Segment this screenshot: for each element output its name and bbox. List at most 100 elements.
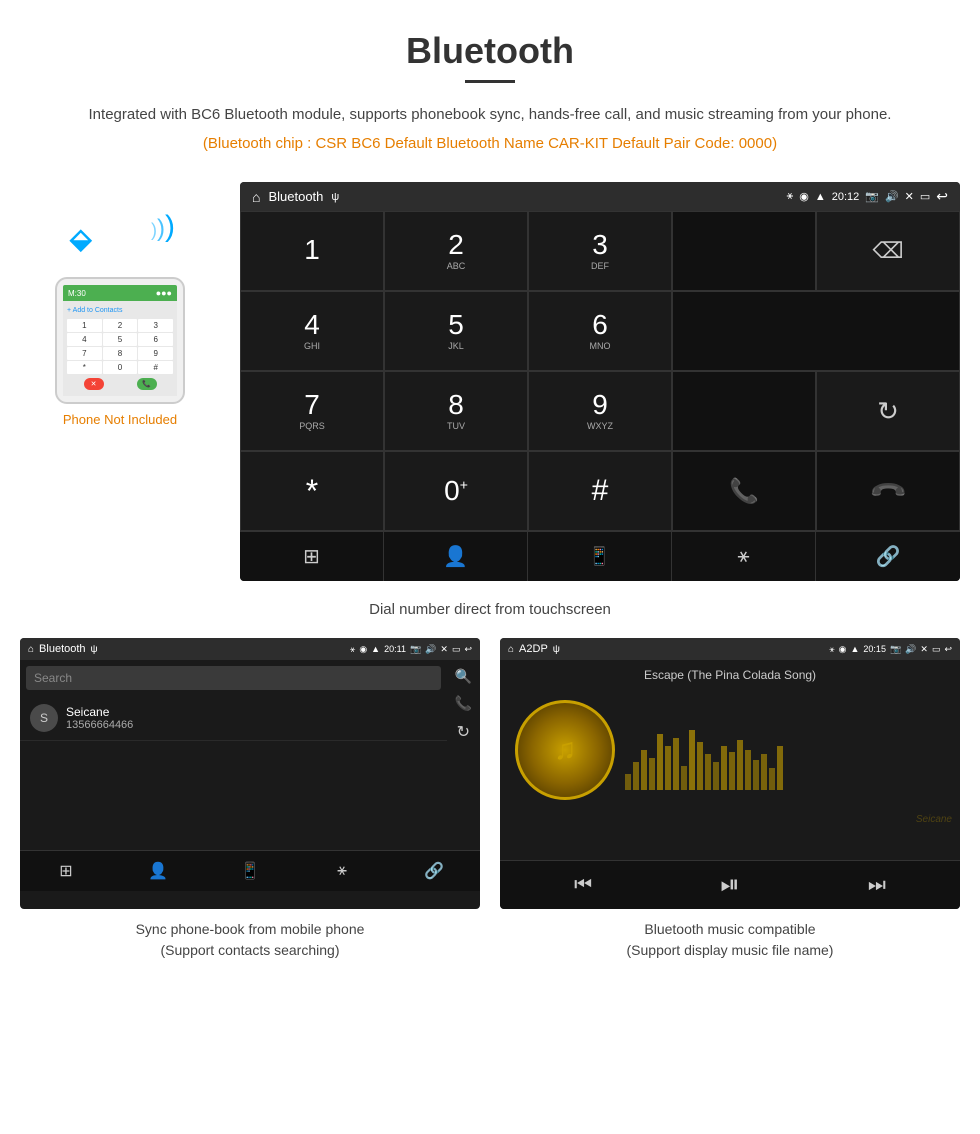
pb-side-phone-icon[interactable]: 📞 <box>455 695 472 712</box>
pb-win-icon[interactable]: ▭ <box>452 644 461 655</box>
music-vol-icon: 🔊 <box>905 644 916 655</box>
key-7[interactable]: 7PQRS <box>240 371 384 451</box>
phone-dialpad: 123 456 789 *0# <box>67 319 173 374</box>
signal-icon: ▲ <box>815 191 826 203</box>
status-left: ⌂ Bluetooth ψ <box>252 189 339 205</box>
pb-nav-phone[interactable]: 📱 <box>204 857 296 885</box>
nav-link-button[interactable]: 🔗 <box>816 532 960 581</box>
main-content: ⬙ ))) M:30 ●●● + Add to Contacts 123 456… <box>0 182 980 581</box>
time-display: 20:12 <box>832 191 860 203</box>
pb-contact-info: Seicane 13566664466 <box>66 705 437 731</box>
volume-icon[interactable]: 🔊 <box>885 190 899 203</box>
pb-contact-name: Seicane <box>66 705 437 719</box>
bottom-screenshots: ⌂ Bluetooth ψ ⚹ ◉ ▲ 20:11 📷 🔊 ✕ ▭ ↩ <box>0 638 980 961</box>
next-button[interactable]: ⏭ <box>868 874 886 897</box>
usb-icon: ψ <box>331 191 339 203</box>
phonebook-caption-line2: (Support contacts searching) <box>161 942 340 958</box>
phone-bottom-bar: ✕ 📞 <box>67 374 173 392</box>
pb-nav-link[interactable]: 🔗 <box>388 857 480 885</box>
pb-x-icon[interactable]: ✕ <box>440 644 448 655</box>
nav-contacts-button[interactable]: 👤 <box>384 532 528 581</box>
music-caption-line1: Bluetooth music compatible <box>644 921 815 937</box>
backspace-button[interactable]: ⌫ <box>816 211 960 291</box>
key-3[interactable]: 3DEF <box>528 211 672 291</box>
pb-usb-icon: ψ <box>91 644 98 655</box>
window-icon[interactable]: ▭ <box>920 190 930 203</box>
music-status-bar: ⌂ A2DP ψ ⚹ ◉ ▲ 20:15 📷 🔊 ✕ ▭ ↩ <box>500 638 960 660</box>
music-bt-icon: ⚹ <box>829 644 834 655</box>
back-icon[interactable]: ↩ <box>936 188 948 205</box>
key-0[interactable]: 0+ <box>384 451 528 531</box>
pb-spacer <box>20 750 480 850</box>
pb-cam-icon: 📷 <box>410 644 421 655</box>
key-hash[interactable]: # <box>528 451 672 531</box>
car-status-bar: ⌂ Bluetooth ψ ⚹ ◉ ▲ 20:12 📷 🔊 ✕ ▭ ↩ <box>240 182 960 211</box>
display-empty-2 <box>672 291 960 371</box>
pb-contact-avatar: S <box>30 704 58 732</box>
music-main-area: ♫ <box>500 690 960 810</box>
nav-grid-button[interactable]: ⊞ <box>240 532 384 581</box>
call-red-button[interactable]: 📞 <box>816 451 960 531</box>
key-9[interactable]: 9WXYZ <box>528 371 672 451</box>
key-1[interactable]: 1 <box>240 211 384 291</box>
pb-time: 20:11 <box>384 644 406 654</box>
pb-nav-person[interactable]: 👤 <box>112 857 204 885</box>
camera-icon[interactable]: 📷 <box>865 190 879 203</box>
specs-text: (Bluetooth chip : CSR BC6 Default Blueto… <box>20 135 960 152</box>
pb-search-bar[interactable]: Search <box>26 666 441 690</box>
car-bottom-nav: ⊞ 👤 📱 ⚹ 🔗 <box>240 531 960 581</box>
phonebook-screen: ⌂ Bluetooth ψ ⚹ ◉ ▲ 20:11 📷 🔊 ✕ ▭ ↩ <box>20 638 480 909</box>
key-2[interactable]: 2ABC <box>384 211 528 291</box>
page-title: Bluetooth <box>20 30 960 72</box>
music-back-icon[interactable]: ↩ <box>944 644 952 655</box>
music-screen: ⌂ A2DP ψ ⚹ ◉ ▲ 20:15 📷 🔊 ✕ ▭ ↩ Escape (T… <box>500 638 960 909</box>
bt-status-icon: ⚹ <box>787 190 794 203</box>
main-caption: Dial number direct from touchscreen <box>0 601 980 618</box>
key-6[interactable]: 6MNO <box>528 291 672 371</box>
music-caption-line2: (Support display music file name) <box>627 942 834 958</box>
home-icon[interactable]: ⌂ <box>252 189 260 205</box>
pb-side-refresh-icon[interactable]: ↻ <box>457 722 470 742</box>
x-icon[interactable]: ✕ <box>905 190 914 203</box>
key-5[interactable]: 5JKL <box>384 291 528 371</box>
music-home-icon[interactable]: ⌂ <box>508 644 514 655</box>
refresh-button[interactable]: ↻ <box>816 371 960 451</box>
nav-bluetooth-button[interactable]: ⚹ <box>672 532 816 581</box>
phonebook-caption-line1: Sync phone-book from mobile phone <box>136 921 365 937</box>
key-4[interactable]: 4GHI <box>240 291 384 371</box>
dialpad-grid: 1 2ABC 3DEF ⌫ 4GHI 5JKL 6MNO 7PQRS 8TUV … <box>240 211 960 531</box>
phone-add-contacts: + Add to Contacts <box>67 305 173 316</box>
phone-top-bar: M:30 ●●● <box>63 285 177 301</box>
music-signal: ▲ <box>851 644 860 654</box>
phone-section: ⬙ ))) M:30 ●●● + Add to Contacts 123 456… <box>20 182 220 581</box>
car-dialpad-screen: ⌂ Bluetooth ψ ⚹ ◉ ▲ 20:12 📷 🔊 ✕ ▭ ↩ 1 2A… <box>240 182 960 581</box>
music-eq-visualizer <box>625 710 945 790</box>
music-time: 20:15 <box>863 644 886 654</box>
location-icon: ◉ <box>799 190 809 203</box>
music-x-icon[interactable]: ✕ <box>920 644 928 655</box>
music-win-icon[interactable]: ▭ <box>932 644 941 655</box>
key-8[interactable]: 8TUV <box>384 371 528 451</box>
display-empty-3 <box>672 371 816 451</box>
music-caption: Bluetooth music compatible (Support disp… <box>500 919 960 961</box>
prev-button[interactable]: ⏮ <box>574 874 592 897</box>
pb-side-search-icon[interactable]: 🔍 <box>455 668 472 685</box>
nav-call-button[interactable]: 📱 <box>528 532 672 581</box>
pb-nav-bt[interactable]: ⚹ <box>296 857 388 885</box>
description-text: Integrated with BC6 Bluetooth module, su… <box>20 103 960 127</box>
pb-home-icon[interactable]: ⌂ <box>28 644 34 655</box>
pb-contact-row[interactable]: S Seicane 13566664466 <box>20 696 447 741</box>
pb-back-icon[interactable]: ↩ <box>464 644 472 655</box>
music-cam-icon: 📷 <box>890 644 901 655</box>
music-usb-icon: ψ <box>553 644 560 655</box>
bluetooth-waves: ))) <box>151 212 175 242</box>
pb-list: Search S Seicane 13566664466 <box>20 660 447 750</box>
status-right: ⚹ ◉ ▲ 20:12 📷 🔊 ✕ ▭ ↩ <box>787 188 948 205</box>
call-green-button[interactable]: 📞 <box>672 451 816 531</box>
display-empty-1 <box>672 211 816 291</box>
pb-nav-grid[interactable]: ⊞ <box>20 857 112 885</box>
music-loc-icon: ◉ <box>839 644 847 655</box>
play-pause-button[interactable]: ⏯ <box>720 871 739 899</box>
key-star[interactable]: * <box>240 451 384 531</box>
pb-signal: ▲ <box>371 644 380 654</box>
